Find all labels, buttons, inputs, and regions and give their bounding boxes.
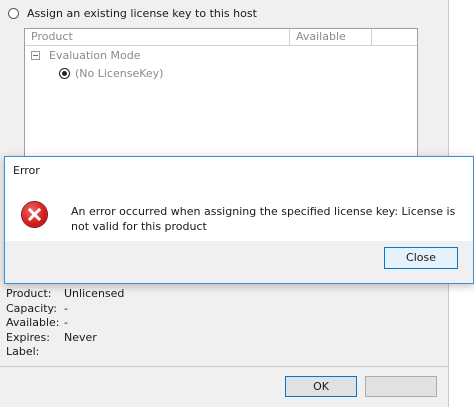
license-details: Product: Unlicensed Capacity: - Availabl…: [6, 287, 124, 360]
ok-button[interactable]: OK: [285, 376, 357, 397]
assign-existing-key-label: Assign an existing license key to this h…: [27, 6, 257, 20]
detail-label: Available:: [6, 316, 60, 329]
detail-label: Product:: [6, 287, 52, 300]
table-header: Product Available: [25, 29, 417, 46]
detail-label: Capacity:: [6, 301, 57, 315]
column-header-available[interactable]: Available: [290, 29, 372, 45]
detail-value: Unlicensed: [64, 287, 125, 300]
error-titlebar[interactable]: Error: [5, 157, 473, 185]
error-dialog: Error An error occurred when assigning t…: [4, 156, 474, 284]
detail-label: Label:: [6, 345, 40, 358]
detail-value: -: [64, 316, 68, 329]
tree-group-label: Evaluation Mode: [49, 49, 141, 62]
column-header-product[interactable]: Product: [25, 29, 290, 45]
selected-radio-icon[interactable]: [59, 68, 70, 79]
footer-divider: [0, 366, 448, 367]
tree-group-evaluation-mode[interactable]: Evaluation Mode: [31, 49, 141, 62]
cancel-button[interactable]: [365, 376, 437, 397]
error-icon: [22, 202, 47, 227]
tree-item-label: (No LicenseKey): [75, 67, 164, 80]
detail-row-expires: Expires: Never: [6, 331, 124, 346]
detail-row-capacity: Capacity: -: [6, 302, 124, 317]
detail-value: Never: [64, 330, 97, 344]
tree-item-no-license-key[interactable]: (No LicenseKey): [59, 67, 163, 80]
assign-existing-key-option[interactable]: Assign an existing license key to this h…: [8, 5, 257, 21]
close-button[interactable]: Close: [384, 247, 458, 269]
detail-label: Expires:: [6, 330, 50, 344]
detail-row-product: Product: Unlicensed: [6, 287, 124, 302]
detail-row-available: Available: -: [6, 316, 124, 331]
collapse-icon[interactable]: [31, 51, 40, 60]
error-title: Error: [13, 164, 40, 177]
error-message: An error occurred when assigning the spe…: [71, 205, 456, 233]
product-license-table[interactable]: Product Available Evaluation Mode (No Li…: [24, 28, 418, 168]
detail-value: -: [64, 301, 68, 315]
error-body: An error occurred when assigning the spe…: [5, 185, 473, 241]
detail-row-label: Label:: [6, 345, 124, 360]
radio-button[interactable]: [8, 7, 19, 19]
